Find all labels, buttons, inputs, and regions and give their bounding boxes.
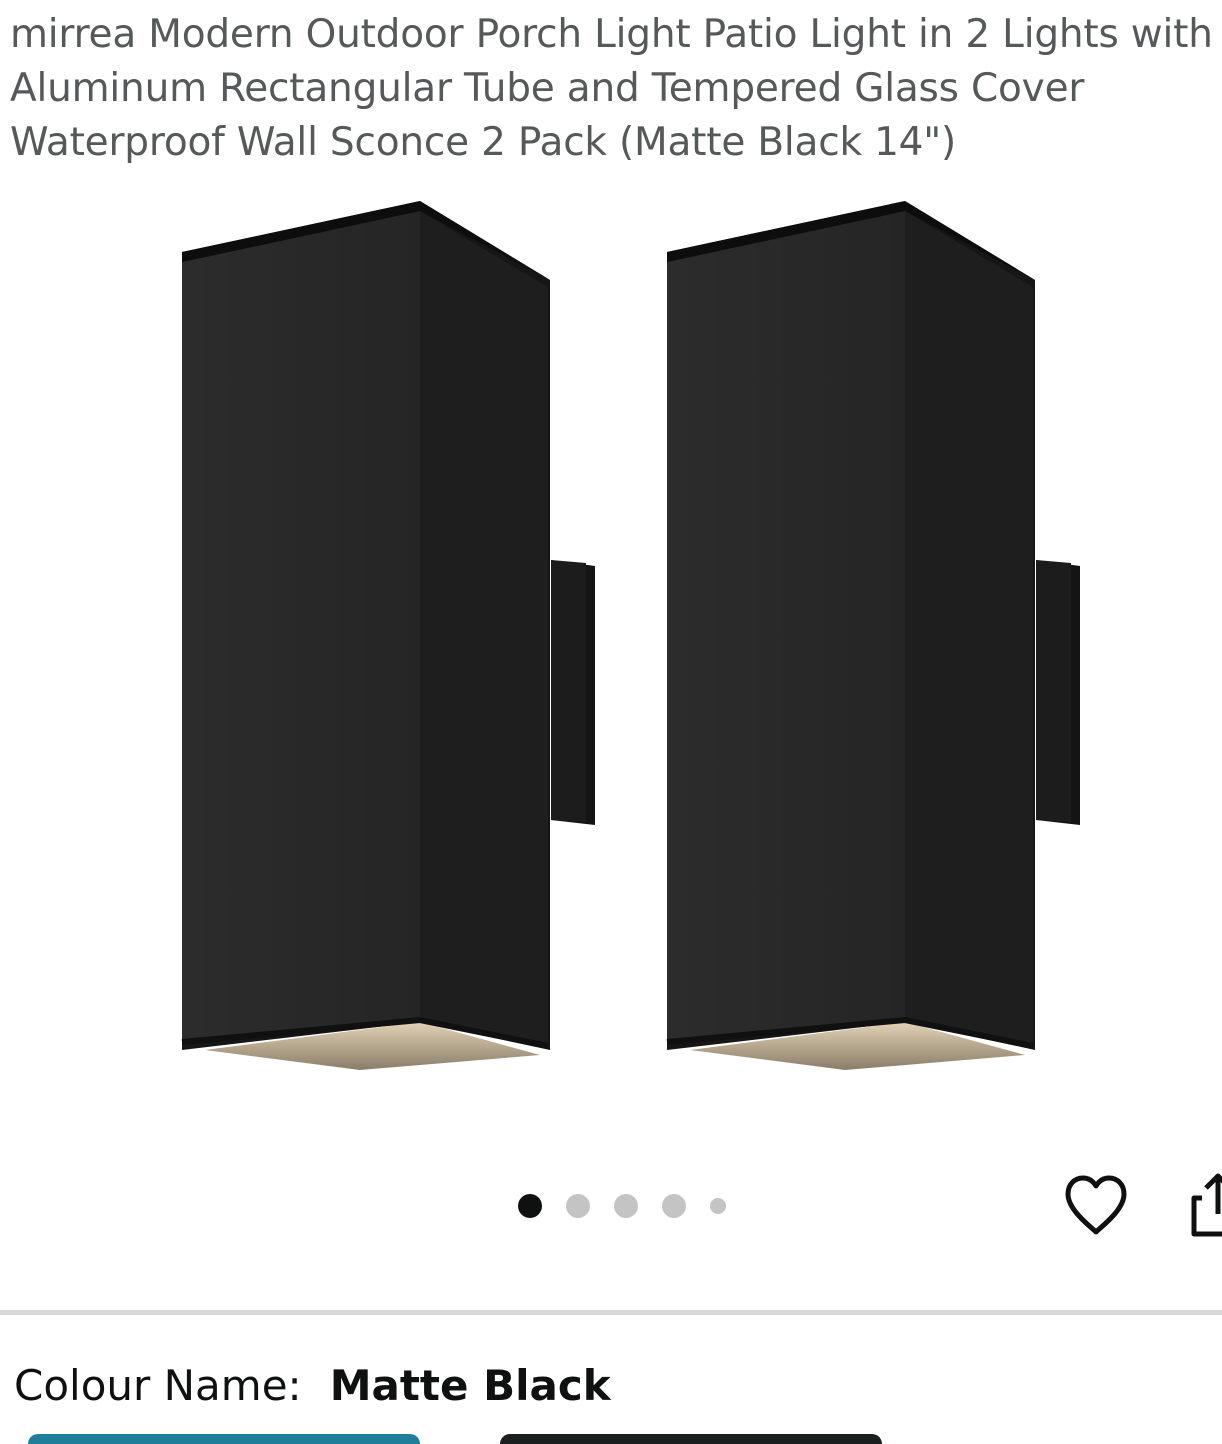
selected-colour-value: Matte Black [329,1361,611,1410]
carousel-dot-active[interactable] [518,1194,542,1218]
colour-name-label: Colour Name: [14,1361,302,1410]
product-title-line: Waterproof Wall Sconce 2 Pack (Matte Bla… [10,120,957,165]
product-title: mirrea Modern Outdoor Porch Light Patio … [10,8,1222,170]
carousel-dot[interactable] [614,1194,638,1218]
sconce-left [181,201,595,1070]
carousel-dot[interactable] [662,1194,686,1218]
image-carousel-dots[interactable] [518,1190,750,1222]
product-title-line: Aluminum Rectangular Tube and Tempered G… [10,66,1085,111]
colour-swatch-selected[interactable] [28,1434,420,1444]
colour-swatch[interactable] [500,1434,882,1444]
product-title-line: mirrea Modern Outdoor Porch Light Patio … [10,12,1213,57]
share-button[interactable] [1188,1170,1222,1238]
sconce-right [666,201,1080,1070]
carousel-dot[interactable] [710,1198,726,1214]
wishlist-button[interactable] [1062,1170,1130,1238]
product-image[interactable] [0,180,1222,1100]
wall-sconce-illustration [181,201,1080,1070]
section-divider [0,1310,1222,1315]
share-icon [1191,1173,1222,1237]
colour-variation-row: Colour Name: Matte Black [14,1354,611,1418]
carousel-dot[interactable] [566,1194,590,1218]
heart-outline-icon [1065,1175,1127,1235]
